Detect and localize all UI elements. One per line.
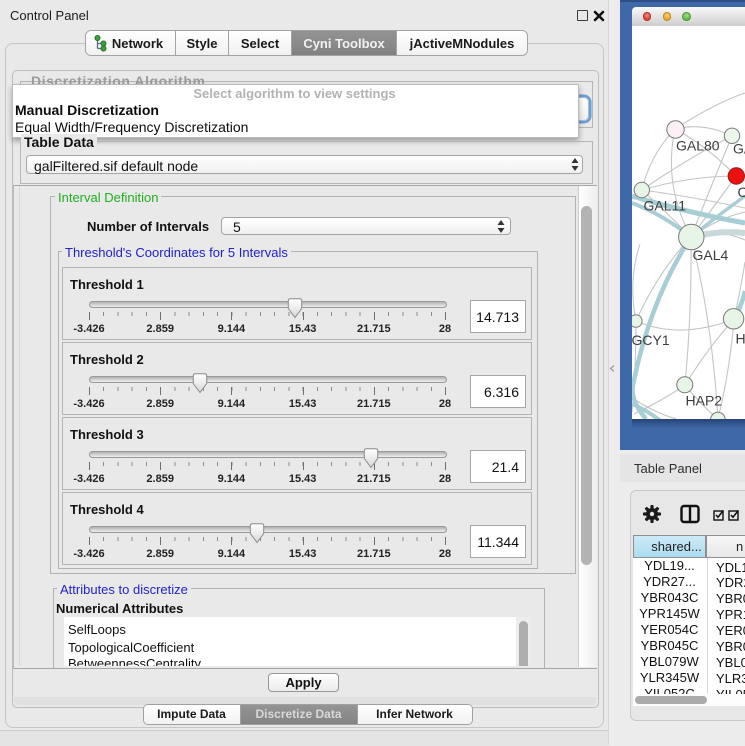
svg-text:C: C	[738, 184, 745, 200]
svg-text:H: H	[736, 331, 745, 347]
svg-text:GA: GA	[733, 141, 745, 157]
svg-text:GAL80: GAL80	[676, 138, 720, 154]
svg-text:GCY1: GCY1	[632, 332, 670, 348]
svg-text:GAL4: GAL4	[693, 247, 729, 263]
svg-text:HAP2: HAP2	[686, 393, 723, 409]
svg-text:GAL11: GAL11	[644, 198, 687, 214]
